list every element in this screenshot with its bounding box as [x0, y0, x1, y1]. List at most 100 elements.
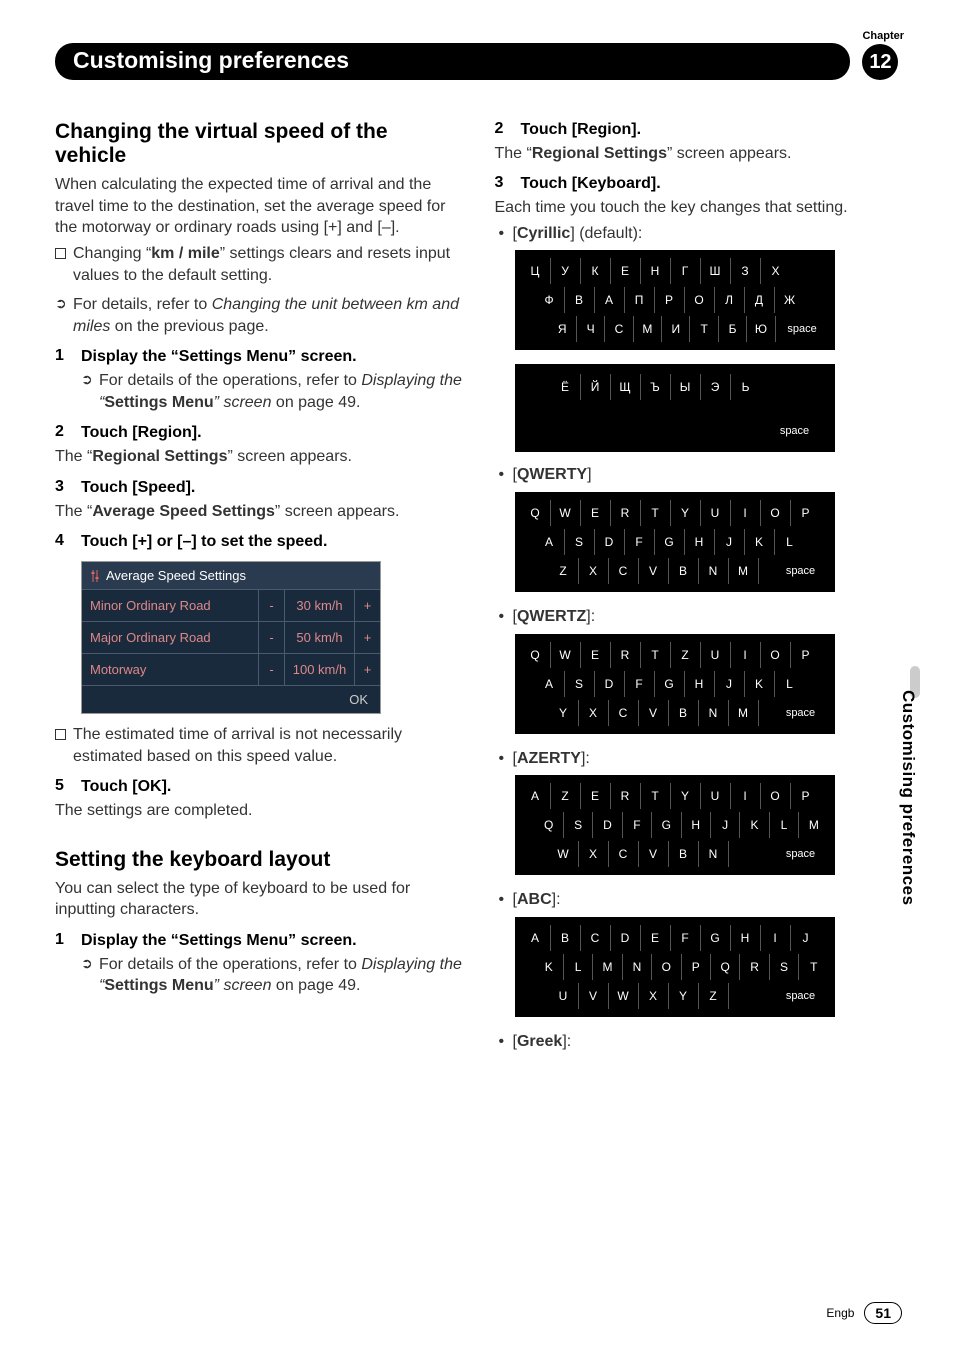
key-з[interactable]: З — [731, 258, 761, 284]
space-key[interactable]: space — [776, 316, 829, 342]
key-ю[interactable]: Ю — [747, 316, 775, 342]
key-g[interactable]: G — [701, 925, 731, 951]
key-u[interactable]: U — [701, 783, 731, 809]
key-x[interactable]: X — [579, 841, 609, 867]
key-s[interactable]: S — [564, 812, 593, 838]
key-o[interactable]: O — [761, 500, 791, 526]
key-j[interactable]: J — [715, 529, 745, 555]
key-m[interactable]: M — [799, 812, 828, 838]
space-key[interactable]: space — [773, 983, 829, 1009]
key-j[interactable]: J — [791, 925, 821, 951]
key-о[interactable]: О — [685, 287, 715, 313]
key-o[interactable]: O — [761, 642, 791, 668]
key-y[interactable]: Y — [549, 700, 579, 726]
key-b[interactable]: B — [669, 700, 699, 726]
key-k[interactable]: K — [745, 529, 775, 555]
key-a[interactable]: A — [521, 925, 551, 951]
key-н[interactable]: Н — [641, 258, 671, 284]
key-e[interactable]: E — [581, 783, 611, 809]
key-h[interactable]: H — [682, 812, 711, 838]
key-f[interactable]: F — [623, 812, 652, 838]
key-g[interactable]: G — [655, 529, 685, 555]
key-с[interactable]: С — [605, 316, 633, 342]
key-х[interactable]: Х — [761, 258, 791, 284]
key-m[interactable]: M — [729, 558, 759, 584]
key-d[interactable]: D — [595, 529, 625, 555]
key-t[interactable]: T — [641, 642, 671, 668]
key-t[interactable]: T — [799, 954, 828, 980]
key-j[interactable]: J — [711, 812, 740, 838]
key-n[interactable]: N — [623, 954, 652, 980]
key-w[interactable]: W — [551, 642, 581, 668]
space-key[interactable]: space — [773, 558, 829, 584]
key-m[interactable]: M — [729, 700, 759, 726]
key-ь[interactable]: Ь — [731, 374, 761, 400]
key-к[interactable]: К — [581, 258, 611, 284]
key-g[interactable]: G — [655, 671, 685, 697]
key-f[interactable]: F — [671, 925, 701, 951]
key-в[interactable]: В — [565, 287, 595, 313]
key-n[interactable]: N — [699, 841, 729, 867]
key-a[interactable]: A — [535, 671, 565, 697]
key-t[interactable]: T — [641, 500, 671, 526]
key-q[interactable]: Q — [535, 812, 564, 838]
key-q[interactable]: Q — [521, 642, 551, 668]
key-n[interactable]: N — [699, 558, 729, 584]
ok-button[interactable]: OK — [82, 686, 380, 713]
key-ш[interactable]: Ш — [701, 258, 731, 284]
key-c[interactable]: C — [581, 925, 611, 951]
key-k[interactable]: K — [745, 671, 775, 697]
key-p[interactable]: P — [791, 500, 821, 526]
key-u[interactable]: U — [701, 642, 731, 668]
key-м[interactable]: М — [634, 316, 662, 342]
key-f[interactable]: F — [625, 529, 655, 555]
key-d[interactable]: D — [595, 671, 625, 697]
key-й[interactable]: Й — [581, 374, 611, 400]
key-г[interactable]: Г — [671, 258, 701, 284]
key-e[interactable]: E — [581, 642, 611, 668]
minus-button[interactable]: - — [258, 622, 284, 653]
key-l[interactable]: L — [770, 812, 799, 838]
space-key[interactable]: space — [767, 418, 823, 444]
key-c[interactable]: C — [609, 700, 639, 726]
key-l[interactable]: L — [775, 529, 805, 555]
key-s[interactable]: S — [770, 954, 799, 980]
key-т[interactable]: Т — [690, 316, 718, 342]
minus-button[interactable]: - — [258, 590, 284, 621]
key-z[interactable]: Z — [551, 783, 581, 809]
key-z[interactable]: Z — [671, 642, 701, 668]
key-x[interactable]: X — [579, 700, 609, 726]
key-б[interactable]: Б — [719, 316, 747, 342]
key-i[interactable]: I — [761, 925, 791, 951]
key-ц[interactable]: Ц — [521, 258, 551, 284]
key-s[interactable]: S — [565, 529, 595, 555]
key-c[interactable]: C — [609, 558, 639, 584]
key-е[interactable]: Е — [611, 258, 641, 284]
key-n[interactable]: N — [699, 700, 729, 726]
key-р[interactable]: Р — [655, 287, 685, 313]
key-y[interactable]: Y — [671, 783, 701, 809]
key-z[interactable]: Z — [699, 983, 729, 1009]
key-s[interactable]: S — [565, 671, 595, 697]
key-ч[interactable]: Ч — [577, 316, 605, 342]
key-z[interactable]: Z — [549, 558, 579, 584]
key-b[interactable]: B — [669, 558, 699, 584]
key-u[interactable]: U — [549, 983, 579, 1009]
key-r[interactable]: R — [611, 500, 641, 526]
key-a[interactable]: A — [535, 529, 565, 555]
key-щ[interactable]: Щ — [611, 374, 641, 400]
key-t[interactable]: T — [641, 783, 671, 809]
key-p[interactable]: P — [682, 954, 711, 980]
key-i[interactable]: I — [731, 642, 761, 668]
key-j[interactable]: J — [715, 671, 745, 697]
key-э[interactable]: Э — [701, 374, 731, 400]
key-ъ[interactable]: Ъ — [641, 374, 671, 400]
key-ж[interactable]: Ж — [775, 287, 805, 313]
space-key[interactable]: space — [773, 700, 829, 726]
key-q[interactable]: Q — [521, 500, 551, 526]
key-i[interactable]: I — [731, 500, 761, 526]
key-d[interactable]: D — [593, 812, 622, 838]
key-и[interactable]: И — [662, 316, 690, 342]
key-i[interactable]: I — [731, 783, 761, 809]
key-v[interactable]: V — [639, 841, 669, 867]
